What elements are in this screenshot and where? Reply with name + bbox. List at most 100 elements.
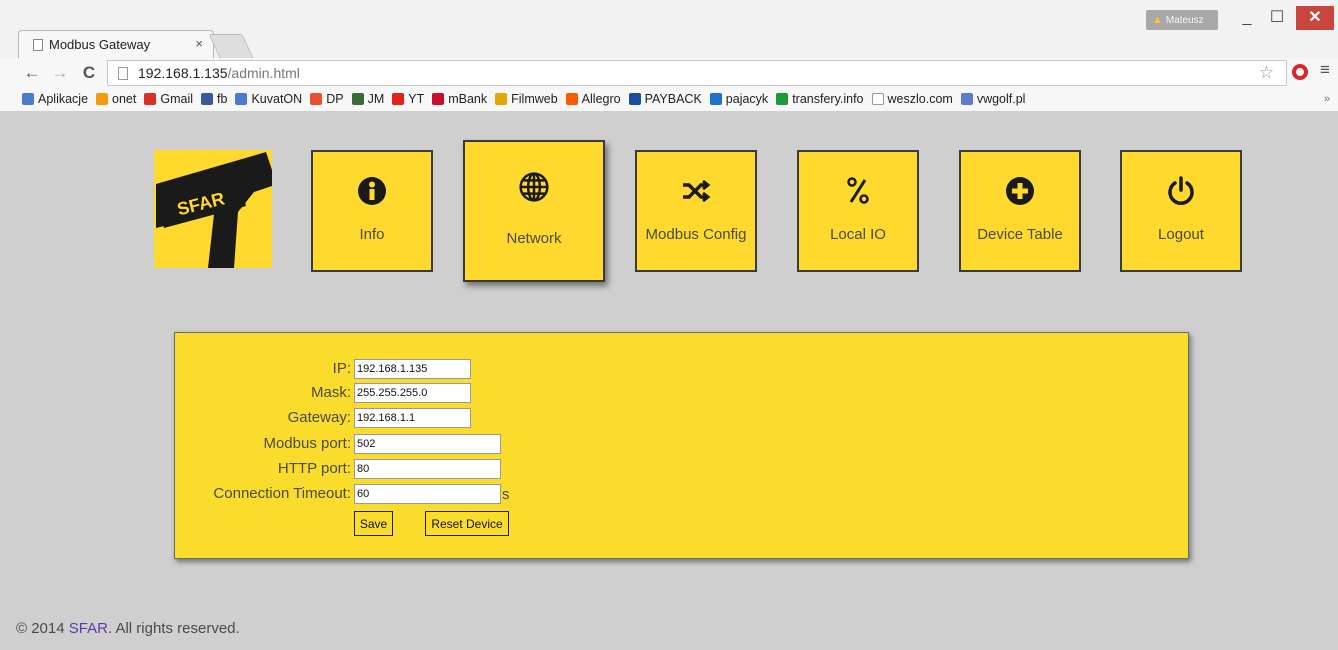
gateway-field[interactable] [354, 408, 471, 428]
http-port-field[interactable] [354, 459, 501, 479]
gateway-row: Gateway: [175, 408, 775, 428]
bookmark-weszlo-com[interactable]: weszlo.com [871, 88, 953, 106]
sfar-logo: SFAR [154, 150, 272, 268]
back-arrow-icon[interactable]: ← [22, 63, 42, 83]
jm-icon [351, 93, 364, 105]
url-path: /admin.html [227, 65, 300, 81]
globe-icon [519, 172, 549, 202]
maximize-button[interactable]: ☐ [1262, 6, 1292, 30]
modbus-port-label: Modbus port: [263, 435, 351, 452]
shuffle-icon [683, 179, 711, 203]
timeout-label: Connection Timeout: [213, 485, 351, 502]
http-port-label: HTTP port: [277, 460, 351, 477]
footer-brand-link[interactable]: SFAR [69, 620, 108, 637]
bookmarks-more-icon[interactable]: » [1324, 93, 1330, 105]
timeout-field[interactable] [354, 484, 501, 504]
url-host: 192.168.1.135 [138, 65, 228, 81]
warning-icon: ▲ [1152, 14, 1163, 26]
browser-toolbar: ← → C 192.168.1.135/admin.html ☆ [0, 58, 1338, 88]
tab-title: Modbus Gateway [49, 37, 151, 52]
network-form-panel: IP: Mask: Gateway: Modbus port: HTTP por… [174, 332, 1189, 559]
tab-close-button[interactable]: × [195, 36, 203, 51]
bookmark-label: Allegro [581, 92, 621, 106]
info-icon [358, 177, 386, 205]
reload-icon[interactable]: C [79, 63, 99, 83]
bookmark-onet[interactable]: onet [96, 88, 136, 106]
browser-titlebar: Modbus Gateway × ▲ Mateusz _ ☐ ✕ [0, 0, 1338, 58]
bookmark-gmail[interactable]: Gmail [144, 88, 193, 106]
nav-label: Logout [1158, 226, 1204, 243]
mask-field[interactable] [354, 383, 471, 403]
http-port-row: HTTP port: [175, 459, 775, 479]
nav-local-io[interactable]: Local IO [797, 150, 919, 272]
timeout-unit: s [502, 486, 510, 503]
ip-row: IP: [175, 359, 775, 379]
profile-name: Mateusz [1165, 15, 1204, 26]
page-icon [118, 67, 128, 80]
modbus-port-field[interactable] [354, 434, 501, 454]
bookmark-mbank[interactable]: mBank [432, 88, 487, 106]
allegro-icon [565, 93, 578, 105]
facebook-icon [201, 93, 214, 105]
bookmark-label: KuvatON [251, 92, 303, 106]
nav-label: Modbus Config [645, 226, 747, 243]
mask-row: Mask: [175, 383, 775, 403]
bookmark-kuvaton[interactable]: KuvatON [235, 88, 302, 106]
gmail-icon [144, 93, 157, 105]
bookmark-label: JM [367, 92, 385, 106]
footer-prefix: © 2014 [16, 620, 69, 637]
nav-modbus-config[interactable]: Modbus Config [635, 150, 757, 272]
bookmark-transfery-info[interactable]: transfery.info [776, 88, 864, 106]
menu-icon[interactable]: ≡ [1320, 60, 1330, 80]
vw-icon [960, 93, 973, 105]
nav-info[interactable]: Info [311, 150, 433, 272]
bookmarks-bar: Aplikacje onet Gmail fb KuvatON DP JM YT mBank Fi… [0, 88, 1338, 112]
bookmark-label: mBank [448, 92, 488, 106]
opera-icon[interactable] [1292, 64, 1308, 80]
payback-icon [628, 93, 641, 105]
transfery-icon [776, 93, 789, 105]
save-button[interactable]: Save [354, 511, 393, 536]
footer: © 2014 SFAR. All rights reserved. [16, 620, 240, 637]
forward-arrow-icon[interactable]: → [50, 63, 70, 83]
profile-badge[interactable]: ▲ Mateusz [1146, 10, 1218, 30]
bookmark-aplikacje[interactable]: Aplikacje [22, 88, 88, 106]
filmweb-icon [495, 93, 508, 105]
reset-device-button[interactable]: Reset Device [425, 511, 509, 536]
gateway-label: Gateway: [287, 409, 351, 426]
bookmark-payback[interactable]: PAYBACK [628, 88, 702, 106]
mbank-icon [432, 93, 445, 105]
nav-device-table[interactable]: Device Table [959, 150, 1081, 272]
pajacyk-icon [709, 93, 722, 105]
bookmark-label: onet [112, 92, 137, 106]
ip-field[interactable] [354, 359, 471, 379]
bookmark-label: YT [408, 92, 425, 106]
bookmark-allegro[interactable]: Allegro [565, 88, 621, 106]
kuvaton-icon [235, 93, 248, 105]
bookmark-dp[interactable]: DP [310, 88, 344, 106]
bookmark-label: weszlo.com [887, 92, 953, 106]
bookmark-pajacyk[interactable]: pajacyk [709, 88, 768, 106]
bookmark-jm[interactable]: JM [351, 88, 385, 106]
browser-tab[interactable]: Modbus Gateway × [18, 30, 214, 58]
address-bar[interactable]: 192.168.1.135/admin.html ☆ [107, 60, 1287, 86]
bookmark-vwgolf-pl[interactable]: vwgolf.pl [960, 88, 1026, 106]
dp-icon [310, 93, 323, 105]
bookmark-label: transfery.info [792, 92, 864, 106]
bookmark-yt[interactable]: YT [392, 88, 424, 106]
bookmark-label: Filmweb [511, 92, 558, 106]
ip-label: IP: [332, 360, 351, 377]
bookmark-label: vwgolf.pl [976, 92, 1026, 106]
minimize-button[interactable]: _ [1232, 6, 1262, 30]
nav-network[interactable]: Network [463, 140, 605, 282]
power-icon [1168, 176, 1194, 205]
new-tab-button[interactable] [208, 34, 254, 58]
close-window-button[interactable]: ✕ [1296, 6, 1334, 30]
apps-grid-icon [22, 93, 34, 105]
bookmark-filmweb[interactable]: Filmweb [495, 88, 558, 106]
bookmark-fb[interactable]: fb [201, 88, 227, 106]
nav-logout[interactable]: Logout [1120, 150, 1242, 272]
bookmark-star-icon[interactable]: ☆ [1259, 63, 1274, 83]
bookmark-label: PAYBACK [644, 92, 702, 106]
page-icon [871, 93, 884, 105]
